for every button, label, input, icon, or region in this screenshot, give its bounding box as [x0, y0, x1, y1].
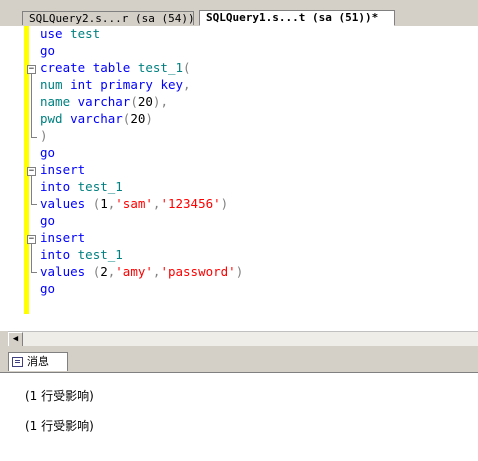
fold-guide-end	[31, 204, 37, 205]
fold-guide-end	[31, 272, 37, 273]
code-line: go	[40, 43, 56, 58]
sql-editor[interactable]: − − − use test go create table test_1( n…	[0, 26, 478, 331]
fold-guide	[31, 244, 32, 272]
collapse-icon[interactable]: −	[27, 167, 36, 176]
document-tab-bar: SQLQuery2.s...r (sa (54)) SQLQuery1.s...…	[0, 10, 478, 27]
message-line: (1 行受影响)	[25, 419, 94, 433]
editor-gutter	[0, 26, 22, 331]
top-strip	[0, 0, 478, 10]
code-line: )	[40, 128, 48, 143]
message-icon	[12, 357, 23, 367]
fold-guide-end	[31, 137, 37, 138]
fold-guide	[31, 74, 32, 137]
results-tab-bar: 消息	[0, 350, 478, 373]
code-line: go	[40, 281, 56, 296]
tab-messages[interactable]: 消息	[8, 352, 68, 371]
code-line: num int primary key,	[40, 77, 191, 92]
tab-sqlquery1[interactable]: SQLQuery1.s...t (sa (51))*	[199, 10, 395, 26]
code-line: name varchar(20),	[40, 94, 168, 109]
horizontal-scrollbar[interactable]: ◀	[8, 331, 478, 347]
code-line: use test	[40, 26, 101, 41]
tab-messages-label: 消息	[27, 355, 49, 368]
code-line: pwd varchar(20)	[40, 111, 153, 126]
code-line: insert	[40, 162, 86, 177]
fold-guide	[31, 176, 32, 204]
collapse-icon[interactable]: −	[27, 65, 36, 74]
messages-pane: (1 行受影响) (1 行受影响)	[0, 373, 478, 461]
code-line: go	[40, 145, 56, 160]
code-line: values (1,'sam','123456')	[40, 196, 229, 211]
code-line: create table test_1(	[40, 60, 191, 75]
scrollbar-track[interactable]	[23, 332, 478, 347]
tab-sqlquery2[interactable]: SQLQuery2.s...r (sa (54))	[22, 11, 195, 25]
code-line: insert	[40, 230, 86, 245]
scroll-left-icon[interactable]: ◀	[8, 332, 23, 347]
code-line: go	[40, 213, 56, 228]
code-line: into test_1	[40, 179, 123, 194]
code-line: into test_1	[40, 247, 123, 262]
code-line: values (2,'amy','password')	[40, 264, 244, 279]
message-line: (1 行受影响)	[25, 389, 94, 403]
collapse-icon[interactable]: −	[27, 235, 36, 244]
